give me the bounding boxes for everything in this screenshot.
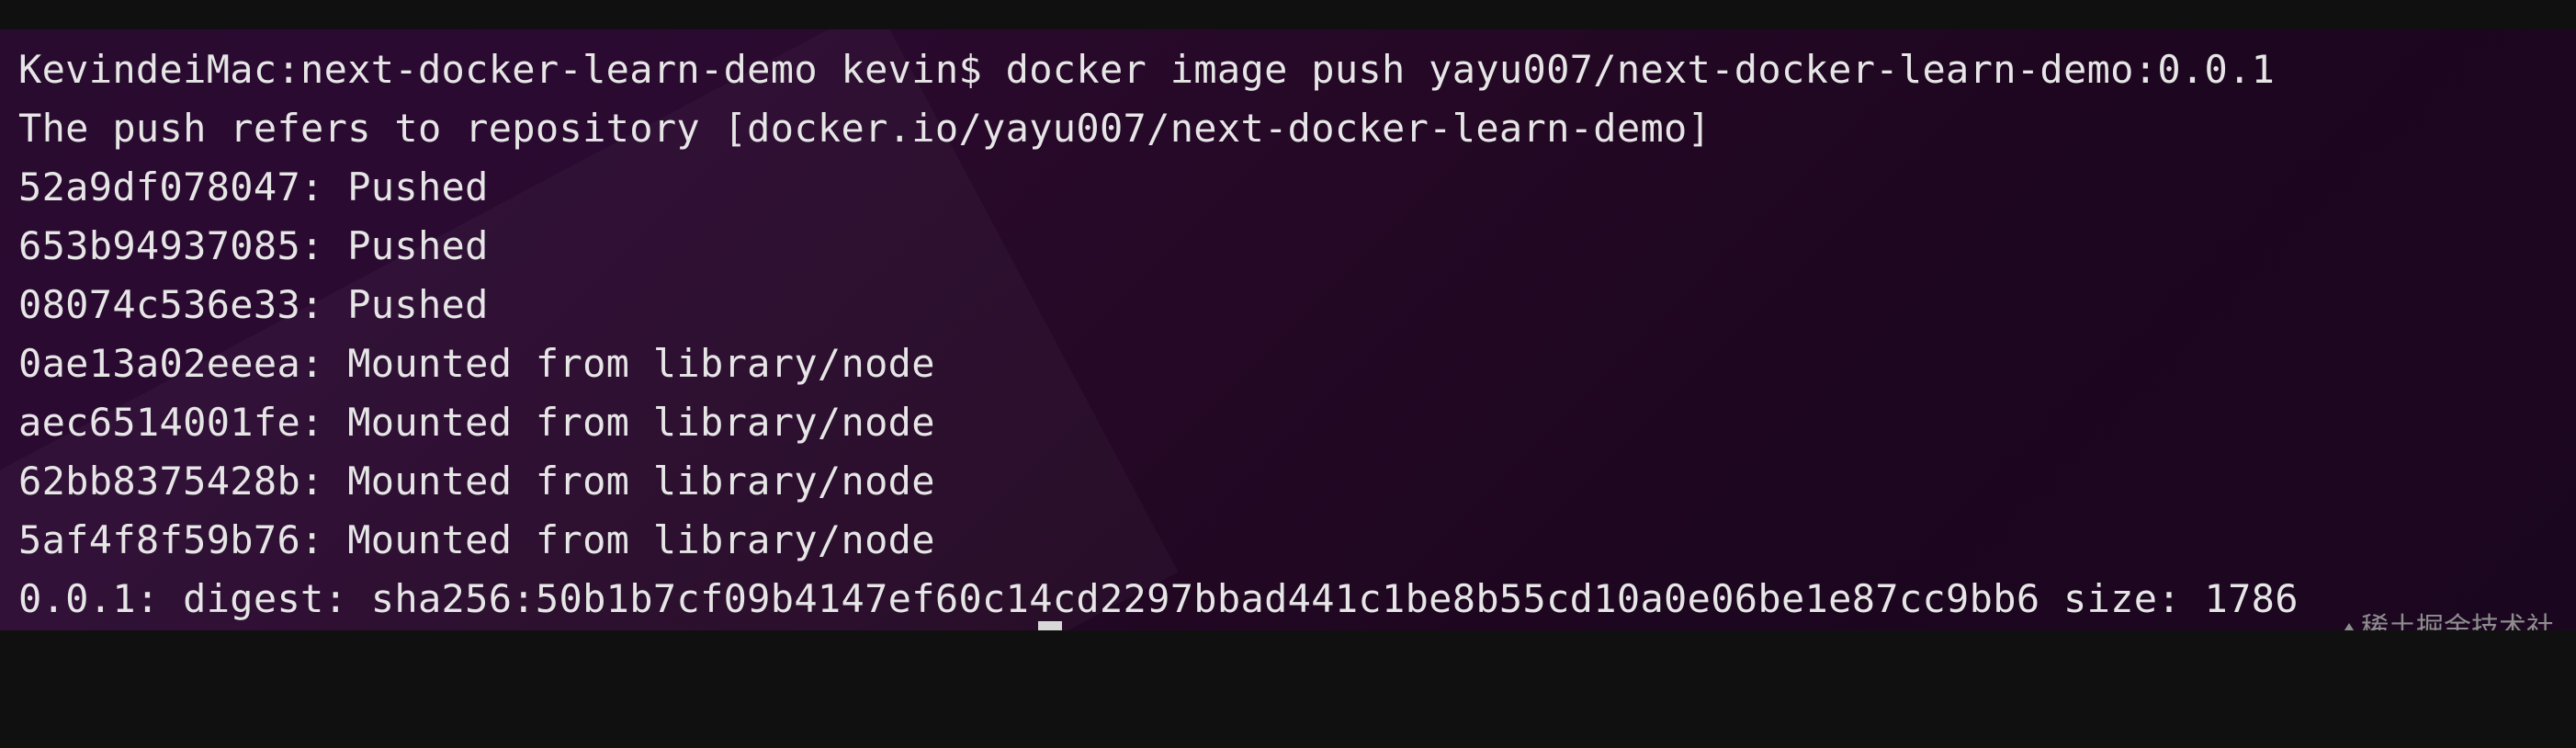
juejin-logo-icon [2341, 622, 2357, 630]
terminal-line: 0ae13a02eeea: Mounted from library/node [18, 341, 935, 386]
terminal-output: KevindeiMac:next-docker-learn-demo kevin… [18, 40, 2299, 629]
watermark-text: 稀土掘金技术社 [2361, 612, 2554, 630]
terminal-line-command: KevindeiMac:next-docker-learn-demo kevin… [18, 47, 2276, 92]
terminal-line: 52a9df078047: Pushed [18, 164, 489, 210]
screen: KevindeiMac:next-docker-learn-demo kevin… [0, 0, 2576, 748]
terminal-line: 5af4f8f59b76: Mounted from library/node [18, 517, 935, 562]
terminal-line: 08074c536e33: Pushed [18, 282, 489, 327]
terminal-line-digest: 0.0.1: digest: sha256:50b1b7cf09b4147ef6… [18, 576, 2299, 621]
terminal-line: 62bb8375428b: Mounted from library/node [18, 459, 935, 504]
terminal-line: 653b94937085: Pushed [18, 223, 489, 268]
terminal-window[interactable]: KevindeiMac:next-docker-learn-demo kevin… [0, 29, 2576, 630]
watermark: 稀土掘金技术社 [2341, 610, 2554, 630]
block-cursor-icon [1038, 621, 1062, 630]
terminal-line: The push refers to repository [docker.io… [18, 106, 1712, 151]
terminal-line: aec6514001fe: Mounted from library/node [18, 400, 935, 445]
